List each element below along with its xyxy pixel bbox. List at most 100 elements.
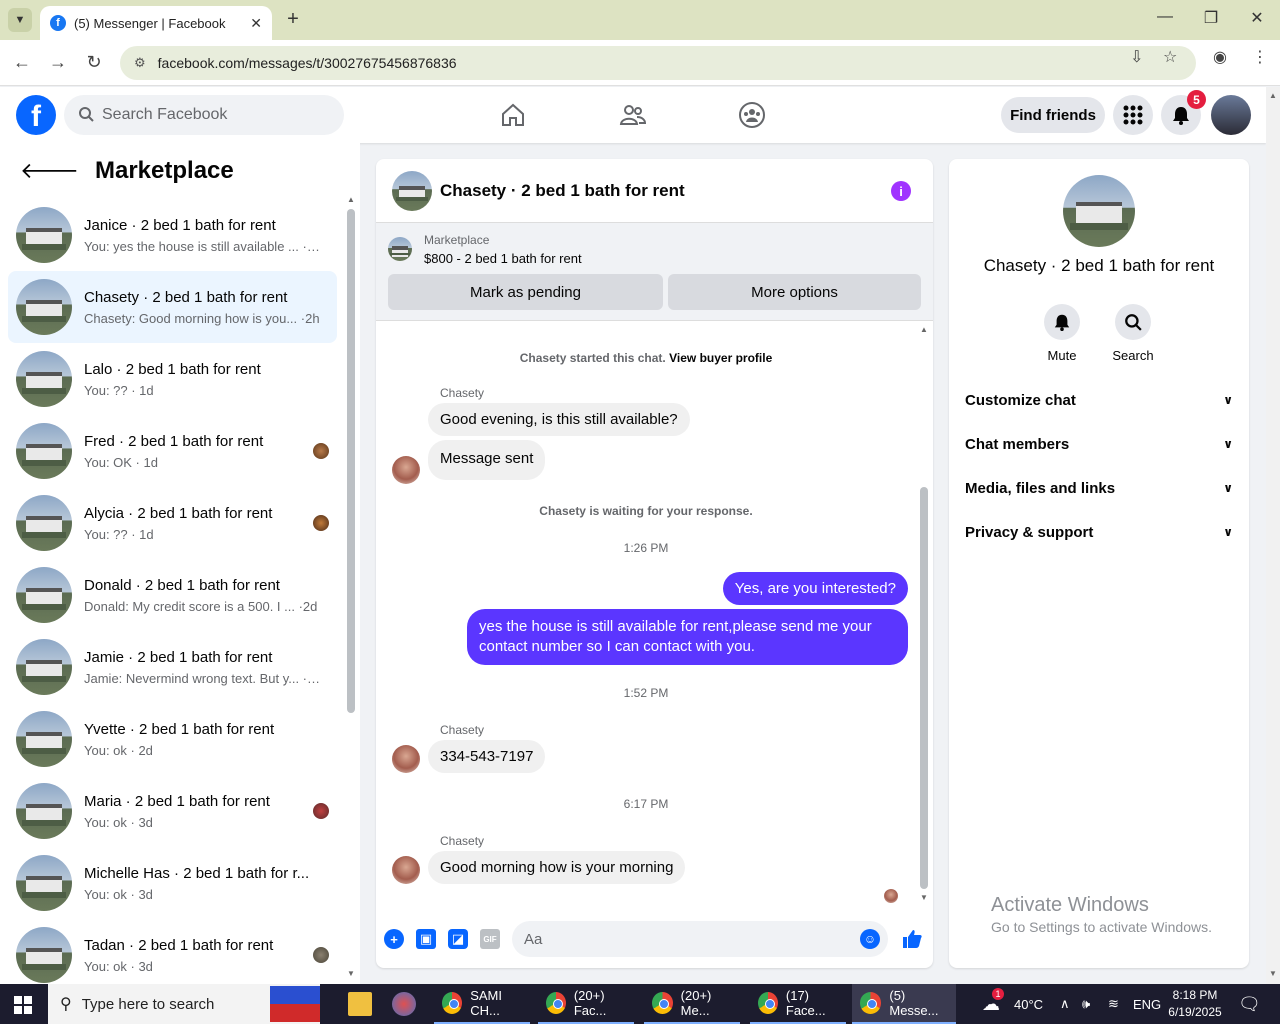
view-buyer-profile-link[interactable]: View buyer profile <box>669 351 772 365</box>
notifications-center-icon[interactable]: 🗨 <box>1238 984 1261 1024</box>
mark-pending-button[interactable]: Mark as pending <box>388 274 663 310</box>
conversation-item[interactable]: Michelle Has · 2 bed 1 bath for r... You:… <box>8 847 337 919</box>
close-window-icon[interactable]: ✕ <box>1242 8 1272 28</box>
activate-windows-watermark: Activate Windows Go to Settings to activ… <box>991 894 1212 935</box>
sender-name: Chasety <box>440 386 485 400</box>
info-icon[interactable]: i <box>891 181 911 201</box>
like-thumb-icon[interactable] <box>900 927 924 951</box>
sender-avatar[interactable] <box>392 456 420 484</box>
account-avatar[interactable] <box>1211 95 1251 135</box>
search-input[interactable] <box>102 106 322 124</box>
friends-icon[interactable] <box>617 99 649 131</box>
taskbar-chrome-window[interactable]: (5) Messe... <box>852 984 956 1024</box>
chat-members-row[interactable]: Chat members ∨ <box>965 422 1233 466</box>
browser-tab[interactable]: f (5) Messenger | Facebook ✕ <box>40 6 272 40</box>
taskbar-chrome-window[interactable]: (20+) Fac... <box>538 984 634 1024</box>
chat-title[interactable]: Chasety · 2 bed 1 bath for rent <box>440 181 685 201</box>
menu-grid-icon[interactable] <box>1113 95 1153 135</box>
reload-icon[interactable]: ↻ <box>82 52 106 73</box>
back-arrow-icon[interactable]: 🡐 <box>20 158 79 184</box>
search-icon[interactable] <box>1115 304 1151 340</box>
tab-close-icon[interactable]: ✕ <box>250 15 262 32</box>
more-options-button[interactable]: More options <box>668 274 921 310</box>
add-icon[interactable]: + <box>384 929 404 949</box>
chevron-up-icon[interactable]: ∧ <box>1060 984 1070 1024</box>
windows-start-icon[interactable] <box>14 996 32 1014</box>
site-info-icon[interactable]: ⚙ <box>134 55 146 71</box>
media-files-links-row[interactable]: Media, files and links ∨ <box>965 466 1233 510</box>
search-highlight-icon[interactable] <box>270 986 320 1022</box>
page-scrollbar[interactable]: ▲ ▼ <box>1266 87 1280 984</box>
app-icon[interactable] <box>392 992 416 1016</box>
network-icon[interactable]: ≋ <box>1108 984 1119 1024</box>
bookmark-star-icon[interactable]: ☆ <box>1163 47 1177 67</box>
minimize-icon[interactable]: — <box>1150 8 1180 26</box>
conversation-item[interactable]: Alycia · 2 bed 1 bath for rent You: ?? · … <box>8 487 337 559</box>
conversation-item[interactable]: Tadan · 2 bed 1 bath for rent You: ok · 3… <box>8 919 337 991</box>
incoming-message[interactable]: Good morning how is your morning <box>428 851 686 884</box>
taskbar-search[interactable]: ⚲ Type here to search <box>48 984 320 1024</box>
gif-icon[interactable]: GIF <box>480 929 500 949</box>
listing-price[interactable]: $800 - 2 bed 1 bath for rent <box>424 251 582 266</box>
sidebar-scrollbar[interactable] <box>347 209 355 713</box>
page-scroll-up-icon[interactable]: ▲ <box>1269 91 1277 100</box>
search-action[interactable]: Search <box>1103 304 1163 363</box>
sender-avatar[interactable] <box>392 745 420 773</box>
clock[interactable]: 8:18 PM 6/19/2025 <box>1160 987 1230 1021</box>
language-indicator[interactable]: ENG <box>1133 984 1161 1024</box>
incoming-message[interactable]: Good evening, is this still available? <box>428 403 690 436</box>
taskbar-chrome-window[interactable]: SAMI CH... <box>434 984 530 1024</box>
weather-widget[interactable]: ☁ 1 40°C <box>982 984 1043 1024</box>
incoming-message[interactable]: 334-543-7197 <box>428 740 546 773</box>
conversation-item[interactable]: Lalo · 2 bed 1 bath for rent You: ?? · 1d <box>8 343 337 415</box>
scroll-up-icon[interactable]: ▲ <box>347 195 355 204</box>
conversation-item[interactable]: Maria · 2 bed 1 bath for rent You: ok · 3… <box>8 775 337 847</box>
restore-icon[interactable]: ❐ <box>1196 8 1226 28</box>
conversation-item[interactable]: Chasety · 2 bed 1 bath for rent Chasety: … <box>8 271 337 343</box>
profile-icon[interactable]: ◉ <box>1213 47 1227 67</box>
file-explorer-icon[interactable] <box>348 992 372 1016</box>
outgoing-message[interactable]: Yes, are you interested? <box>722 572 908 605</box>
page-scroll-down-icon[interactable]: ▼ <box>1269 969 1277 978</box>
taskbar-chrome-window[interactable]: (20+) Me... <box>644 984 740 1024</box>
conversation-text: Alycia · 2 bed 1 bath for rent You: ?? · … <box>84 505 320 542</box>
address-bar[interactable]: ⚙ facebook.com/messages/t/30027675456876… <box>120 46 1196 80</box>
privacy-support-row[interactable]: Privacy & support ∨ <box>965 510 1233 554</box>
incoming-message[interactable]: Message sent <box>428 440 546 480</box>
conversation-item[interactable]: Yvette · 2 bed 1 bath for rent You: ok · … <box>8 703 337 775</box>
back-icon[interactable]: ← <box>10 52 34 73</box>
photo-icon[interactable]: ▣ <box>416 929 436 949</box>
chat-scrollbar[interactable] <box>920 487 928 889</box>
chat-scroll-up-icon[interactable]: ▲ <box>920 325 928 334</box>
facebook-search[interactable] <box>64 95 344 135</box>
message-input-box[interactable]: ☺ <box>512 921 888 957</box>
groups-icon[interactable] <box>736 99 768 131</box>
install-app-icon[interactable]: ⇩ <box>1130 47 1143 67</box>
outgoing-message[interactable]: yes the house is still available for ren… <box>467 609 908 665</box>
chat-avatar[interactable] <box>392 170 432 211</box>
find-friends-button[interactable]: Find friends <box>1001 97 1105 133</box>
conversation-item[interactable]: Jamie · 2 bed 1 bath for rent Jamie: Neve… <box>8 631 337 703</box>
info-title[interactable]: Chasety · 2 bed 1 bath for rent <box>949 256 1249 276</box>
scroll-down-icon[interactable]: ▼ <box>347 969 355 978</box>
bell-icon[interactable] <box>1044 304 1080 340</box>
forward-icon[interactable]: → <box>46 52 70 73</box>
conversation-item[interactable]: Donald · 2 bed 1 bath for rent Donald: My… <box>8 559 337 631</box>
listing-thumbnail[interactable] <box>388 237 412 261</box>
home-icon[interactable] <box>497 99 529 131</box>
sticker-icon[interactable]: ◪ <box>448 929 468 949</box>
sender-avatar[interactable] <box>392 856 420 884</box>
mute-action[interactable]: Mute <box>1032 304 1092 363</box>
tab-search-chevron-icon[interactable]: ▼ <box>8 8 32 32</box>
info-avatar[interactable] <box>1063 175 1135 247</box>
message-input[interactable] <box>524 930 844 948</box>
conversation-item[interactable]: Janice · 2 bed 1 bath for rent You: yes t… <box>8 199 337 271</box>
volume-icon[interactable]: 🕪 <box>1082 984 1090 1024</box>
emoji-icon[interactable]: ☺ <box>860 929 880 949</box>
taskbar-chrome-window[interactable]: (17) Face... <box>750 984 846 1024</box>
chrome-menu-icon[interactable]: ⋮ <box>1252 47 1268 67</box>
facebook-logo-icon[interactable]: f <box>16 95 56 135</box>
conversation-item[interactable]: Fred · 2 bed 1 bath for rent You: OK · 1d <box>8 415 337 487</box>
customize-chat-row[interactable]: Customize chat ∨ <box>965 378 1233 422</box>
new-tab-icon[interactable]: + <box>283 8 303 31</box>
